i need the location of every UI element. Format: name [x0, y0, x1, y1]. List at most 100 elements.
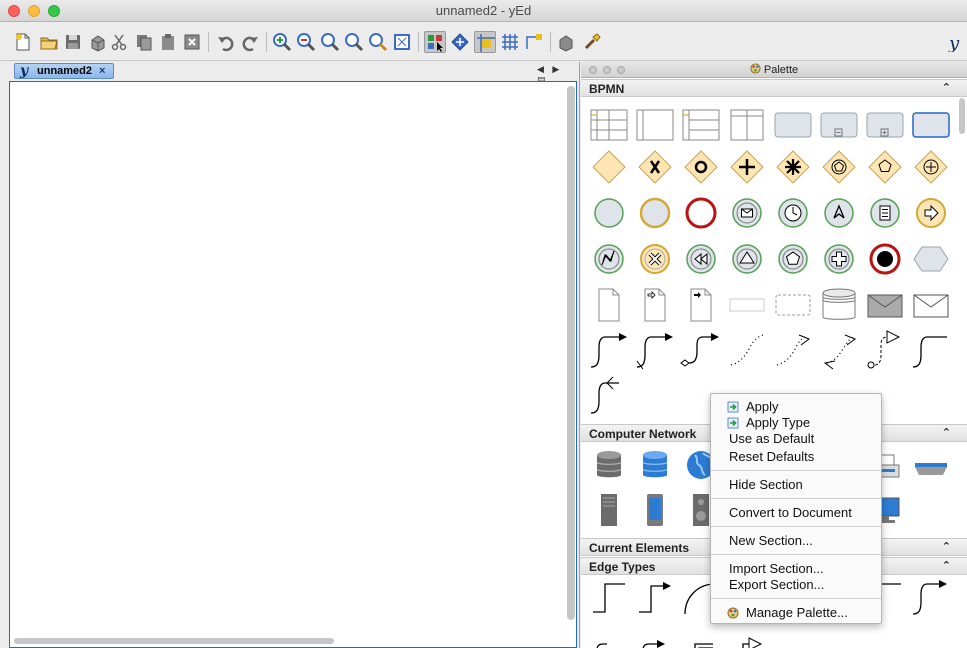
export-icon[interactable] [88, 32, 108, 52]
edge-loop-item[interactable] [589, 620, 629, 648]
bpmn-timer-event-item[interactable] [773, 193, 813, 233]
bpmn-pool-vertical-item[interactable] [727, 105, 767, 145]
bpmn-subprocess-item[interactable] [819, 105, 859, 145]
bpmn-conditional-event-item[interactable] [865, 193, 905, 233]
menu-item-new-section[interactable]: New Section... [711, 533, 881, 549]
bpmn-message-filled-item[interactable] [865, 285, 905, 325]
bpmn-cancel-event-item[interactable] [635, 239, 675, 279]
network-database-item[interactable] [589, 445, 629, 485]
bpmn-end-event-item[interactable] [681, 193, 721, 233]
edge-smooth-arrow-item[interactable] [911, 578, 951, 618]
paste-icon[interactable] [158, 32, 178, 52]
menu-item-use-as-default[interactable]: Use as Default [711, 431, 881, 447]
graph-canvas[interactable] [9, 81, 577, 648]
bpmn-start-event-item[interactable] [589, 193, 629, 233]
navigation-mode-icon[interactable] [450, 32, 470, 52]
bpmn-directed-association-item[interactable] [773, 331, 813, 371]
bpmn-parallel-multiple-event-item[interactable] [819, 239, 859, 279]
bpmn-message-item[interactable] [911, 285, 951, 325]
bpmn-conversation-item[interactable] [911, 239, 951, 279]
copy-icon[interactable] [134, 32, 154, 52]
network-server-item[interactable] [589, 490, 629, 530]
bpmn-bidirected-association-item[interactable] [819, 331, 859, 371]
bpmn-default-flow-item[interactable] [635, 331, 675, 371]
menu-item-export-section[interactable]: Export Section... [711, 577, 881, 593]
bpmn-exclusive-event-gateway-item[interactable] [865, 147, 905, 187]
menu-item-convert-to-document[interactable]: Convert to Document [711, 505, 881, 521]
bpmn-collapsed-subprocess-item[interactable] [865, 105, 905, 145]
menu-item-import-section[interactable]: Import Section... [711, 561, 881, 577]
bpmn-pool-horizontal-item[interactable] [635, 105, 675, 145]
menu-item-hide-section[interactable]: Hide Section [711, 477, 881, 493]
bpmn-signal-event-item[interactable] [727, 239, 767, 279]
document-tab[interactable]: y unnamed2 × [14, 63, 114, 79]
orthogonal-edges-icon[interactable] [524, 32, 544, 52]
grid-icon[interactable] [500, 32, 520, 52]
bpmn-data-output-item[interactable] [681, 285, 721, 325]
menu-item-apply[interactable]: Apply [711, 399, 881, 415]
fit-content-icon[interactable] [344, 32, 364, 52]
edge-open-arrow-item[interactable] [727, 620, 767, 648]
bpmn-message-event-item[interactable] [727, 193, 767, 233]
bpmn-multiple-event-item[interactable] [773, 239, 813, 279]
save-icon[interactable] [63, 32, 83, 52]
edge-orthogonal-arrow-item[interactable] [635, 578, 675, 618]
menu-item-reset-defaults[interactable]: Reset Defaults [711, 449, 881, 465]
edit-mode-icon[interactable] [424, 31, 446, 53]
zoom-selection-icon[interactable] [368, 32, 388, 52]
collapse-chevron-icon[interactable]: ⌃ [942, 559, 951, 572]
cut-icon[interactable] [109, 32, 129, 52]
open-folder-icon[interactable] [39, 32, 59, 52]
bpmn-compensation-event-item[interactable] [681, 239, 721, 279]
menu-item-manage-palette[interactable]: Manage Palette... [711, 605, 881, 621]
edge-orthogonal-item[interactable] [589, 578, 629, 618]
bpmn-error-event-item[interactable] [589, 239, 629, 279]
bpmn-event-gateway-item[interactable] [681, 147, 721, 187]
document-tab-close-icon[interactable]: × [99, 65, 105, 77]
network-database-blue-item[interactable] [635, 445, 675, 485]
bpmn-sequence-flow-item[interactable] [589, 331, 629, 371]
new-document-icon[interactable] [13, 32, 33, 52]
bpmn-message-flow-item[interactable] [865, 330, 905, 371]
bpmn-transaction-item[interactable] [911, 105, 951, 145]
bpmn-data-input-item[interactable] [635, 285, 675, 325]
collapse-chevron-icon[interactable]: ⌃ [942, 426, 951, 439]
bpmn-parallel-gateway-item[interactable] [727, 147, 767, 187]
canvas-horizontal-scrollbar[interactable] [14, 638, 334, 644]
zoom-actual-size-icon[interactable] [320, 32, 340, 52]
undo-icon[interactable] [216, 32, 236, 52]
bpmn-pool-lanes-item[interactable] [681, 105, 721, 145]
bpmn-terminate-event-item[interactable] [865, 239, 905, 279]
tools-icon[interactable] [582, 32, 602, 52]
palette-scrollbar[interactable] [959, 98, 965, 134]
collapse-chevron-icon[interactable]: ⌃ [942, 540, 951, 553]
bpmn-data-object-item[interactable] [589, 285, 629, 325]
snap-lines-icon[interactable] [474, 31, 496, 53]
bpmn-plain-edge-item[interactable] [911, 331, 951, 371]
bpmn-gateway-item[interactable] [589, 147, 629, 187]
zoom-in-icon[interactable] [272, 32, 292, 52]
redo-icon[interactable] [240, 32, 260, 52]
bpmn-intermediate-event-item[interactable] [635, 193, 675, 233]
edge-loop-arrow-item[interactable] [635, 620, 675, 648]
bpmn-group-item[interactable] [727, 285, 767, 325]
bpmn-association-item[interactable] [727, 331, 767, 371]
bpmn-link-event-item[interactable] [911, 193, 951, 233]
bpmn-pool-grid-item[interactable] [589, 105, 629, 145]
zoom-out-icon[interactable] [296, 32, 316, 52]
bpmn-exclusive-gateway-item[interactable] [635, 147, 675, 187]
collapse-chevron-icon[interactable]: ⌃ [942, 81, 951, 94]
bpmn-escalation-event-item[interactable] [819, 193, 859, 233]
bpmn-event-based-gateway-item[interactable] [819, 147, 859, 187]
bpmn-inhibitor-edge-item[interactable] [589, 376, 629, 417]
network-mobile-device-item[interactable] [635, 490, 675, 530]
canvas-vertical-scrollbar[interactable] [567, 86, 575, 620]
layout-icon[interactable] [556, 32, 576, 52]
menu-item-apply-type[interactable]: Apply Type [711, 415, 881, 431]
bpmn-dashed-group-item[interactable] [773, 285, 813, 325]
edge-double-line-item[interactable] [681, 620, 721, 648]
section-header-bpmn[interactable]: BPMN ⌃ [581, 79, 967, 97]
delete-icon[interactable] [182, 32, 202, 52]
bpmn-data-store-item[interactable] [819, 285, 859, 325]
bpmn-task-item[interactable] [773, 105, 813, 145]
